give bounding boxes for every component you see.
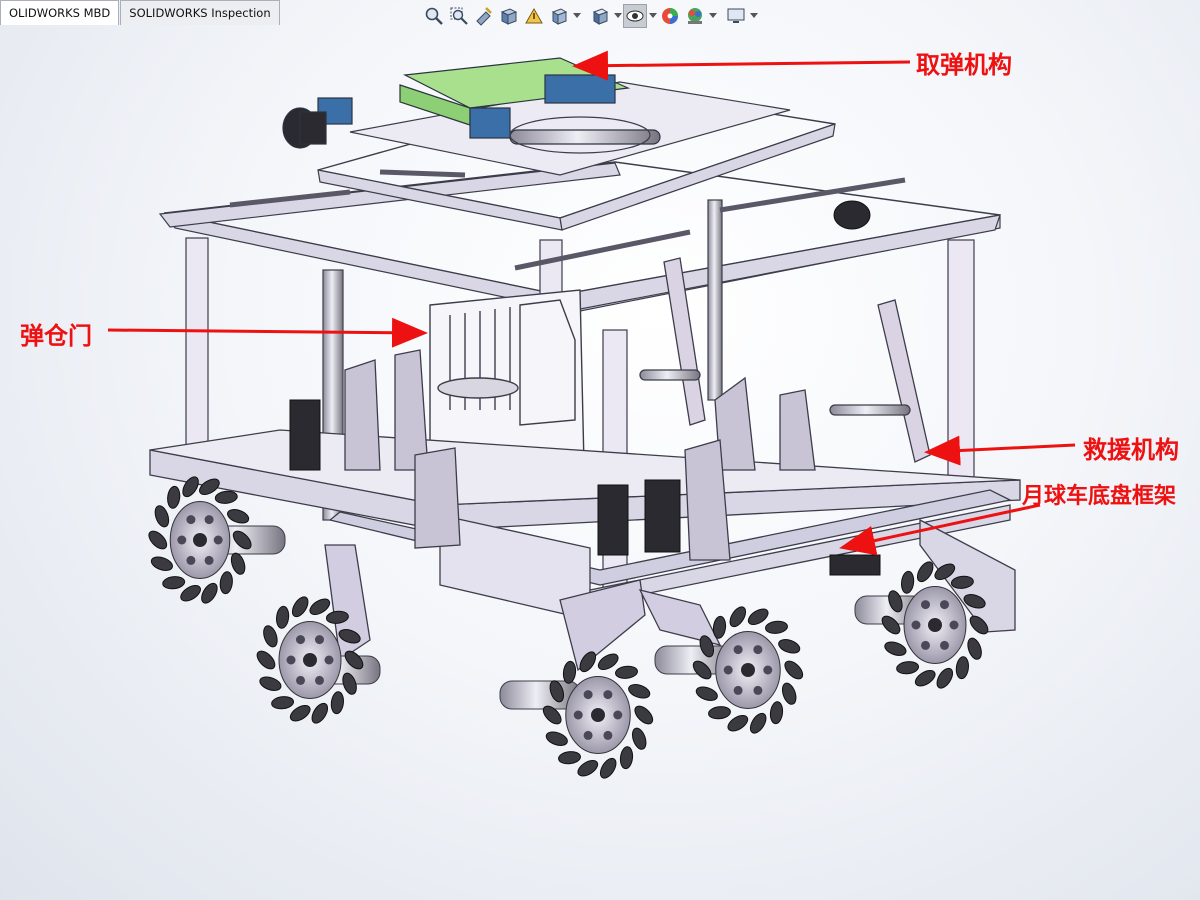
- view-orientation-icon[interactable]: [547, 4, 571, 28]
- chevron-down-icon[interactable]: [572, 4, 582, 28]
- chevron-down-icon[interactable]: [749, 4, 759, 28]
- chevron-down-icon[interactable]: [648, 4, 658, 28]
- apply-scene-icon[interactable]: [683, 4, 707, 28]
- callout-rescue-mechanism: 救援机构: [1083, 436, 1179, 464]
- magazine-door-panel: [429, 289, 585, 466]
- hide-show-items-icon[interactable]: [623, 4, 647, 28]
- display-style-icon[interactable]: [588, 4, 612, 28]
- tab-mbd[interactable]: OLIDWORKS MBD: [0, 0, 120, 25]
- command-manager-tabs: OLIDWORKS MBD SOLIDWORKS Inspection: [0, 0, 281, 25]
- edit-appearance-icon[interactable]: [658, 4, 682, 28]
- dynamic-annotation-views-icon[interactable]: [522, 4, 546, 28]
- zoom-to-fit-icon[interactable]: [422, 4, 446, 28]
- zoom-to-area-icon[interactable]: [447, 4, 471, 28]
- callout-magazine-door: 弹仓门: [20, 322, 92, 350]
- heads-up-view-toolbar: [422, 3, 759, 29]
- view-settings-icon[interactable]: [724, 4, 748, 28]
- mecanum-wheel: [854, 561, 989, 689]
- callout-ammo-pickup: 取弹机构: [916, 51, 1012, 79]
- callout-chassis-frame: 月球车底盘框架: [1022, 484, 1177, 509]
- graphics-area[interactable]: 取弹机构 弹仓门 救援机构 月球车底盘框架: [0, 0, 1200, 900]
- previous-view-icon[interactable]: [472, 4, 496, 28]
- chevron-down-icon[interactable]: [613, 4, 623, 28]
- section-view-icon[interactable]: [497, 4, 521, 28]
- chevron-down-icon[interactable]: [708, 4, 718, 28]
- tab-inspection[interactable]: SOLIDWORKS Inspection: [120, 0, 280, 25]
- robot-3d-model[interactable]: [0, 0, 1200, 900]
